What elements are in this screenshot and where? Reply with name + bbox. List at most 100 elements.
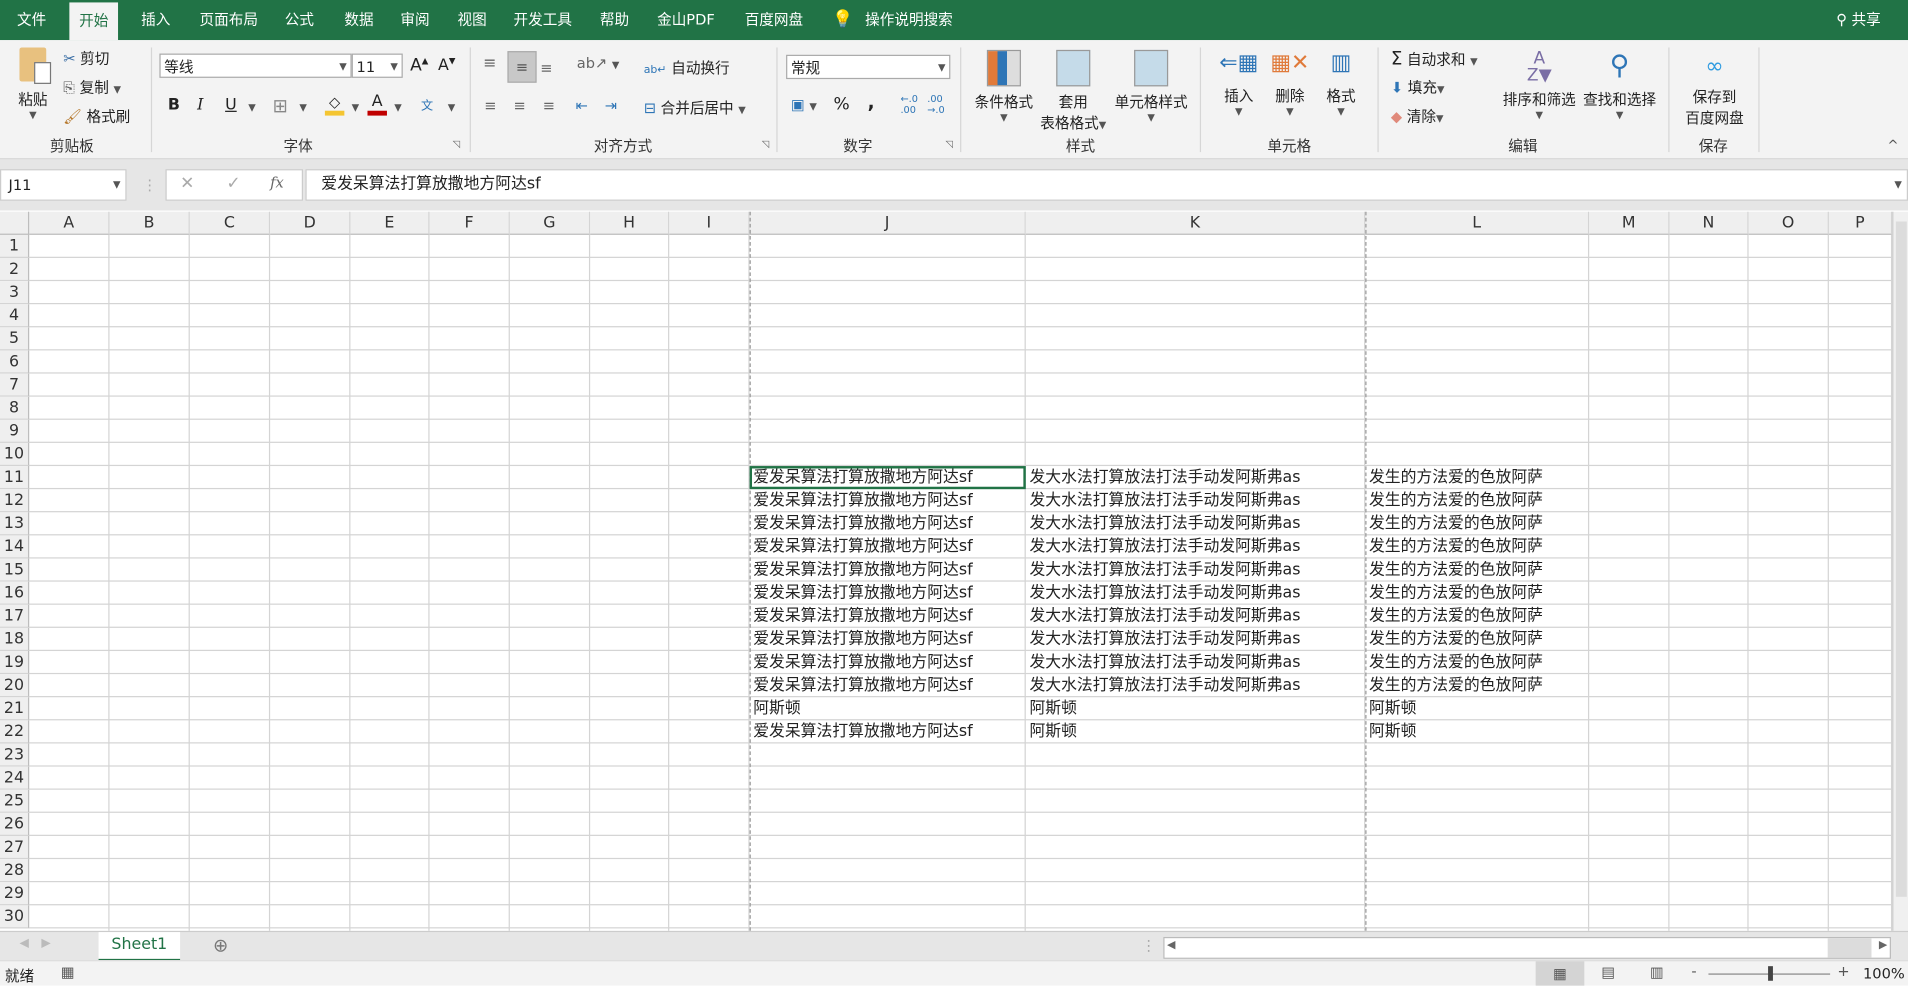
cell-L16[interactable]: 发生的方法爱的色放阿萨 bbox=[1365, 582, 1589, 605]
cell-J18[interactable]: 爱发呆算法打算放撒地方阿达sf bbox=[750, 628, 1026, 651]
horizontal-scrollbar[interactable]: ◀ ▶ bbox=[1163, 936, 1891, 959]
cell-J15[interactable]: 爱发呆算法打算放撒地方阿达sf bbox=[750, 559, 1026, 582]
column-header-E[interactable]: E bbox=[350, 211, 430, 235]
cell-L19[interactable]: 发生的方法爱的色放阿萨 bbox=[1365, 651, 1589, 674]
column-header-P[interactable]: P bbox=[1828, 211, 1893, 235]
row-header-22[interactable]: 22 bbox=[0, 720, 30, 744]
splitter-handle[interactable]: ⋮ bbox=[1141, 937, 1156, 954]
cell-K18[interactable]: 发大水法打算放法打法手动发阿斯弗as bbox=[1026, 628, 1365, 651]
cell-L22[interactable]: 阿斯顿 bbox=[1365, 720, 1589, 743]
row-header-21[interactable]: 21 bbox=[0, 697, 30, 721]
zoom-in-button[interactable]: + bbox=[1837, 963, 1849, 980]
gridline bbox=[29, 904, 1893, 906]
cell-K14[interactable]: 发大水法打算放法打法手动发阿斯弗as bbox=[1026, 535, 1365, 558]
page-layout-view-icon[interactable]: ▤ bbox=[1601, 964, 1615, 981]
zoom-slider-thumb[interactable] bbox=[1768, 966, 1773, 981]
cell-J16[interactable]: 爱发呆算法打算放撒地方阿达sf bbox=[750, 582, 1026, 605]
row-header-4[interactable]: 4 bbox=[0, 304, 30, 328]
zoom-level[interactable]: 100% bbox=[1863, 965, 1905, 982]
row-header-18[interactable]: 18 bbox=[0, 627, 30, 652]
row-header-12[interactable]: 12 bbox=[0, 489, 30, 513]
cell-J17[interactable]: 爱发呆算法打算放撒地方阿达sf bbox=[750, 605, 1026, 628]
column-header-K[interactable]: K bbox=[1025, 211, 1366, 235]
row-header-20[interactable]: 20 bbox=[0, 674, 30, 698]
row-header-24[interactable]: 24 bbox=[0, 766, 30, 790]
column-header-I[interactable]: I bbox=[669, 211, 750, 235]
cell-K19[interactable]: 发大水法打算放法打法手动发阿斯弗as bbox=[1026, 651, 1365, 674]
row-header-29[interactable]: 29 bbox=[0, 882, 30, 906]
sheet-tab-sheet1[interactable]: Sheet1 bbox=[98, 932, 181, 962]
cell-L15[interactable]: 发生的方法爱的色放阿萨 bbox=[1365, 559, 1589, 582]
row-header-15[interactable]: 15 bbox=[0, 558, 30, 582]
cell-J13[interactable]: 爱发呆算法打算放撒地方阿达sf bbox=[750, 512, 1026, 535]
cell-K22[interactable]: 阿斯顿 bbox=[1026, 720, 1365, 743]
column-header-C[interactable]: C bbox=[189, 211, 271, 235]
cell-L11[interactable]: 发生的方法爱的色放阿萨 bbox=[1365, 466, 1589, 489]
row-header-13[interactable]: 13 bbox=[0, 512, 30, 536]
column-header-L[interactable]: L bbox=[1365, 211, 1590, 235]
cell-L13[interactable]: 发生的方法爱的色放阿萨 bbox=[1365, 512, 1589, 535]
row-header-8[interactable]: 8 bbox=[0, 396, 30, 420]
column-header-F[interactable]: F bbox=[429, 211, 510, 235]
zoom-out-button[interactable]: - bbox=[1691, 963, 1696, 980]
cell-L18[interactable]: 发生的方法爱的色放阿萨 bbox=[1365, 628, 1589, 651]
cell-L14[interactable]: 发生的方法爱的色放阿萨 bbox=[1365, 535, 1589, 558]
add-sheet-icon[interactable]: ⊕ bbox=[213, 935, 228, 957]
cell-K16[interactable]: 发大水法打算放法打法手动发阿斯弗as bbox=[1026, 582, 1365, 605]
cell-J22[interactable]: 爱发呆算法打算放撒地方阿达sf bbox=[750, 720, 1026, 743]
row-header-28[interactable]: 28 bbox=[0, 859, 30, 883]
row-header-27[interactable]: 27 bbox=[0, 835, 30, 860]
row-header-6[interactable]: 6 bbox=[0, 350, 30, 374]
cell-K11[interactable]: 发大水法打算放法打法手动发阿斯弗as bbox=[1026, 466, 1365, 489]
row-header-2[interactable]: 2 bbox=[0, 257, 30, 282]
column-header-J[interactable]: J bbox=[749, 211, 1026, 235]
row-header-7[interactable]: 7 bbox=[0, 373, 30, 397]
column-header-A[interactable]: A bbox=[29, 211, 110, 235]
column-header-D[interactable]: D bbox=[270, 211, 351, 235]
scroll-left-icon[interactable]: ◀ bbox=[19, 937, 28, 950]
row-header-30[interactable]: 30 bbox=[0, 905, 30, 929]
row-header-10[interactable]: 10 bbox=[0, 442, 30, 467]
cell-L12[interactable]: 发生的方法爱的色放阿萨 bbox=[1365, 489, 1589, 512]
column-header-M[interactable]: M bbox=[1589, 211, 1670, 235]
column-header-N[interactable]: N bbox=[1669, 211, 1749, 235]
vertical-scrollbar[interactable] bbox=[1892, 211, 1908, 931]
row-header-3[interactable]: 3 bbox=[0, 281, 30, 305]
cell-L17[interactable]: 发生的方法爱的色放阿萨 bbox=[1365, 605, 1589, 628]
column-header-G[interactable]: G bbox=[509, 211, 591, 235]
row-header-5[interactable]: 5 bbox=[0, 327, 30, 351]
normal-view-icon[interactable]: ▦ bbox=[1535, 961, 1585, 986]
cell-J14[interactable]: 爱发呆算法打算放撒地方阿达sf bbox=[750, 535, 1026, 558]
cell-K12[interactable]: 发大水法打算放法打法手动发阿斯弗as bbox=[1026, 489, 1365, 512]
spreadsheet-grid[interactable]: A B C D E F G H I J K L M N O P 1 2 3 4 5 6 7 8 9 10 11 12 13 14 15 16 1… bbox=[0, 0, 1908, 931]
row-header-11[interactable]: 11 bbox=[0, 466, 30, 490]
cell-J19[interactable]: 爱发呆算法打算放撒地方阿达sf bbox=[750, 651, 1026, 674]
scroll-right-icon[interactable]: ▶ bbox=[41, 937, 50, 950]
cell-K17[interactable]: 发大水法打算放法打法手动发阿斯弗as bbox=[1026, 605, 1365, 628]
page-break-view-icon[interactable]: ▥ bbox=[1650, 964, 1664, 981]
row-header-14[interactable]: 14 bbox=[0, 535, 30, 559]
row-header-25[interactable]: 25 bbox=[0, 789, 30, 813]
cell-L21[interactable]: 阿斯顿 bbox=[1365, 697, 1589, 720]
row-header-23[interactable]: 23 bbox=[0, 743, 30, 767]
cell-K15[interactable]: 发大水法打算放法打法手动发阿斯弗as bbox=[1026, 559, 1365, 582]
column-header-H[interactable]: H bbox=[590, 211, 670, 235]
row-header-1[interactable]: 1 bbox=[0, 234, 30, 258]
cell-L20[interactable]: 发生的方法爱的色放阿萨 bbox=[1365, 674, 1589, 697]
cell-K21[interactable]: 阿斯顿 bbox=[1026, 697, 1365, 720]
cell-J20[interactable]: 爱发呆算法打算放撒地方阿达sf bbox=[750, 674, 1026, 697]
select-all-button[interactable] bbox=[0, 211, 30, 235]
row-header-16[interactable]: 16 bbox=[0, 581, 30, 605]
gridline bbox=[508, 234, 510, 931]
cell-J12[interactable]: 爱发呆算法打算放撒地方阿达sf bbox=[750, 489, 1026, 512]
cell-K20[interactable]: 发大水法打算放法打法手动发阿斯弗as bbox=[1026, 674, 1365, 697]
column-header-B[interactable]: B bbox=[109, 211, 190, 235]
column-header-O[interactable]: O bbox=[1748, 211, 1829, 235]
row-header-19[interactable]: 19 bbox=[0, 651, 30, 675]
macro-record-icon[interactable]: ▦ bbox=[61, 964, 75, 981]
row-header-26[interactable]: 26 bbox=[0, 812, 30, 836]
cell-J21[interactable]: 阿斯顿 bbox=[750, 697, 1026, 720]
row-header-9[interactable]: 9 bbox=[0, 419, 30, 443]
cell-K13[interactable]: 发大水法打算放法打法手动发阿斯弗as bbox=[1026, 512, 1365, 535]
row-header-17[interactable]: 17 bbox=[0, 604, 30, 628]
